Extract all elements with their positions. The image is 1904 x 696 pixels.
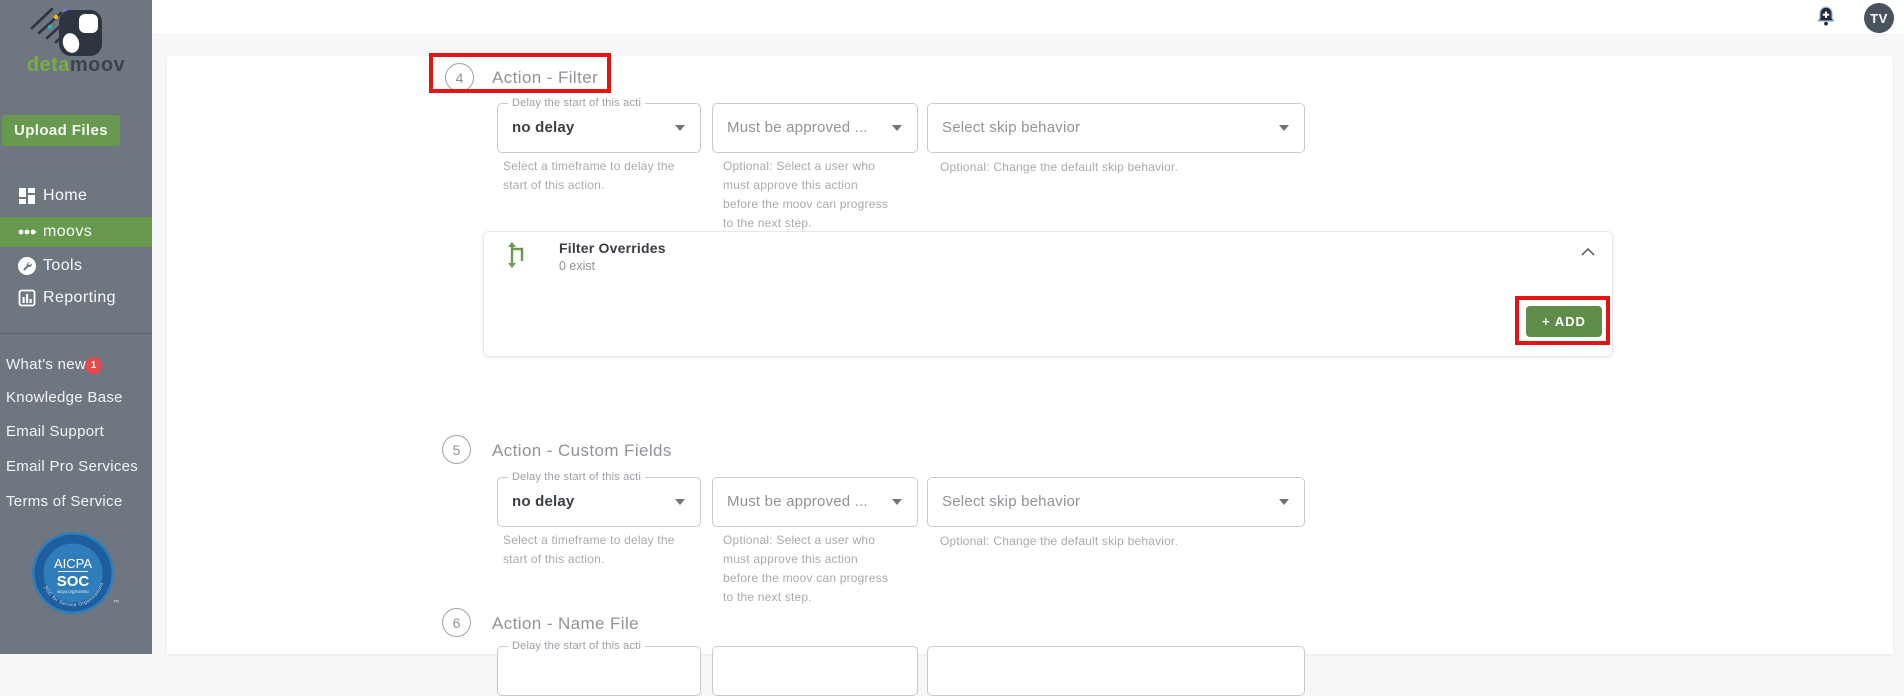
approver-help-text: Optional: Select a user who must approve… bbox=[723, 533, 889, 604]
whats-new-count-badge[interactable]: 1 bbox=[85, 357, 102, 374]
user-avatar[interactable]: TV bbox=[1864, 3, 1894, 33]
logo-text-green: deta bbox=[26, 54, 70, 76]
soc-trademark: ™ bbox=[113, 600, 119, 606]
sidebar-link-terms-of-service[interactable]: Terms of Service bbox=[6, 493, 123, 511]
dropdown-arrow-icon bbox=[892, 499, 902, 505]
notifications-bell-icon[interactable] bbox=[1813, 4, 1839, 30]
delay-select-label: Delay the start of this acti bbox=[508, 471, 646, 483]
delay-select-label: Delay the start of this acti bbox=[508, 97, 646, 109]
delay-help-text: Select a timeframe to delay the start of… bbox=[503, 533, 675, 566]
sidebar-item-tools[interactable]: Tools bbox=[0, 251, 152, 281]
sidebar-item-label: Reporting bbox=[43, 289, 116, 306]
delay-select-value: no delay bbox=[512, 493, 575, 510]
logo-icon bbox=[30, 7, 102, 56]
moovs-icon bbox=[18, 229, 36, 235]
dropdown-arrow-icon bbox=[675, 125, 685, 131]
filter-overrides-title: Filter Overrides bbox=[559, 240, 666, 256]
step-number-badge: 4 bbox=[445, 63, 474, 92]
tools-icon bbox=[18, 257, 36, 275]
filter-overrides-card: Filter Overrides 0 exist + ADD bbox=[483, 231, 1613, 357]
sidebar-divider bbox=[0, 333, 152, 334]
top-bar: TV bbox=[152, 0, 1904, 35]
sidebar-link-email-pro-services[interactable]: Email Pro Services bbox=[6, 458, 138, 476]
collapse-chevron-up-icon[interactable] bbox=[1580, 247, 1596, 257]
dropdown-arrow-icon bbox=[1279, 125, 1289, 131]
logo-wordmark: detamoov bbox=[0, 54, 152, 77]
delay-help-text: Select a timeframe to delay the start of… bbox=[503, 159, 675, 192]
delay-select-label: Delay the start of this acti bbox=[508, 640, 646, 652]
sidebar-item-label: Tools bbox=[43, 257, 83, 274]
section-title-action-filter: Action - Filter bbox=[492, 68, 599, 87]
step-number-badge: 5 bbox=[442, 435, 471, 464]
sidebar-link-knowledge-base[interactable]: Knowledge Base bbox=[6, 389, 123, 407]
sidebar-item-label: moovs bbox=[43, 223, 93, 240]
home-icon bbox=[19, 188, 35, 204]
skip-behavior-placeholder: Select skip behavior bbox=[942, 119, 1081, 136]
section-title-action-name-file: Action - Name File bbox=[492, 614, 640, 633]
skip-behavior-select[interactable]: Select skip behavior bbox=[927, 103, 1305, 153]
approver-select[interactable]: Must be approved ... bbox=[712, 103, 918, 153]
sidebar-item-home[interactable]: Home bbox=[0, 181, 152, 211]
filter-overrides-icon bbox=[508, 242, 524, 268]
sidebar-item-reporting[interactable]: Reporting bbox=[0, 283, 152, 313]
sidebar-link-whats-new[interactable]: What's new bbox=[6, 356, 86, 374]
aicpa-soc-badge: SOC for Service Organizations AICPA SOC … bbox=[32, 532, 114, 614]
skip-behavior-select[interactable]: Select skip behavior bbox=[927, 477, 1305, 527]
soc-soc-text: SOC bbox=[57, 573, 90, 590]
skip-help-text: Optional: Change the default skip behavi… bbox=[940, 534, 1179, 548]
sidebar-item-moovs[interactable]: moovs bbox=[0, 217, 152, 247]
step-number-badge: 6 bbox=[442, 608, 471, 637]
approver-select[interactable]: Must be approved ... bbox=[712, 477, 918, 527]
sidebar: detamoov Upload Files Home moovs Tools R… bbox=[0, 0, 152, 654]
delay-select[interactable]: Delay the start of this acti no delay bbox=[497, 471, 701, 527]
dropdown-arrow-icon bbox=[675, 499, 685, 505]
soc-url-text: aicpa.org/soc4so bbox=[57, 589, 89, 594]
delay-select[interactable]: Delay the start of this acti no delay bbox=[497, 97, 701, 153]
sidebar-link-email-support[interactable]: Email Support bbox=[6, 423, 104, 441]
reporting-icon bbox=[18, 289, 36, 307]
approver-help-text: Optional: Select a user who must approve… bbox=[723, 159, 889, 230]
soc-aicpa-text: AICPA bbox=[54, 556, 92, 571]
approver-select-placeholder: Must be approved ... bbox=[727, 119, 868, 136]
add-filter-override-button[interactable]: + ADD bbox=[1526, 306, 1602, 337]
dropdown-arrow-icon bbox=[892, 125, 902, 131]
sidebar-item-label: Home bbox=[43, 187, 88, 204]
filter-overrides-count: 0 exist bbox=[559, 259, 596, 273]
logo-text-dark: moov bbox=[69, 54, 126, 76]
delay-select-value: no delay bbox=[512, 119, 575, 136]
approver-select-placeholder: Must be approved ... bbox=[727, 493, 868, 510]
section-title-action-custom-fields: Action - Custom Fields bbox=[492, 441, 672, 460]
skip-help-text: Optional: Change the default skip behavi… bbox=[940, 160, 1179, 174]
skip-behavior-placeholder: Select skip behavior bbox=[942, 493, 1081, 510]
upload-files-button[interactable]: Upload Files bbox=[2, 115, 120, 146]
dropdown-arrow-icon bbox=[1279, 499, 1289, 505]
